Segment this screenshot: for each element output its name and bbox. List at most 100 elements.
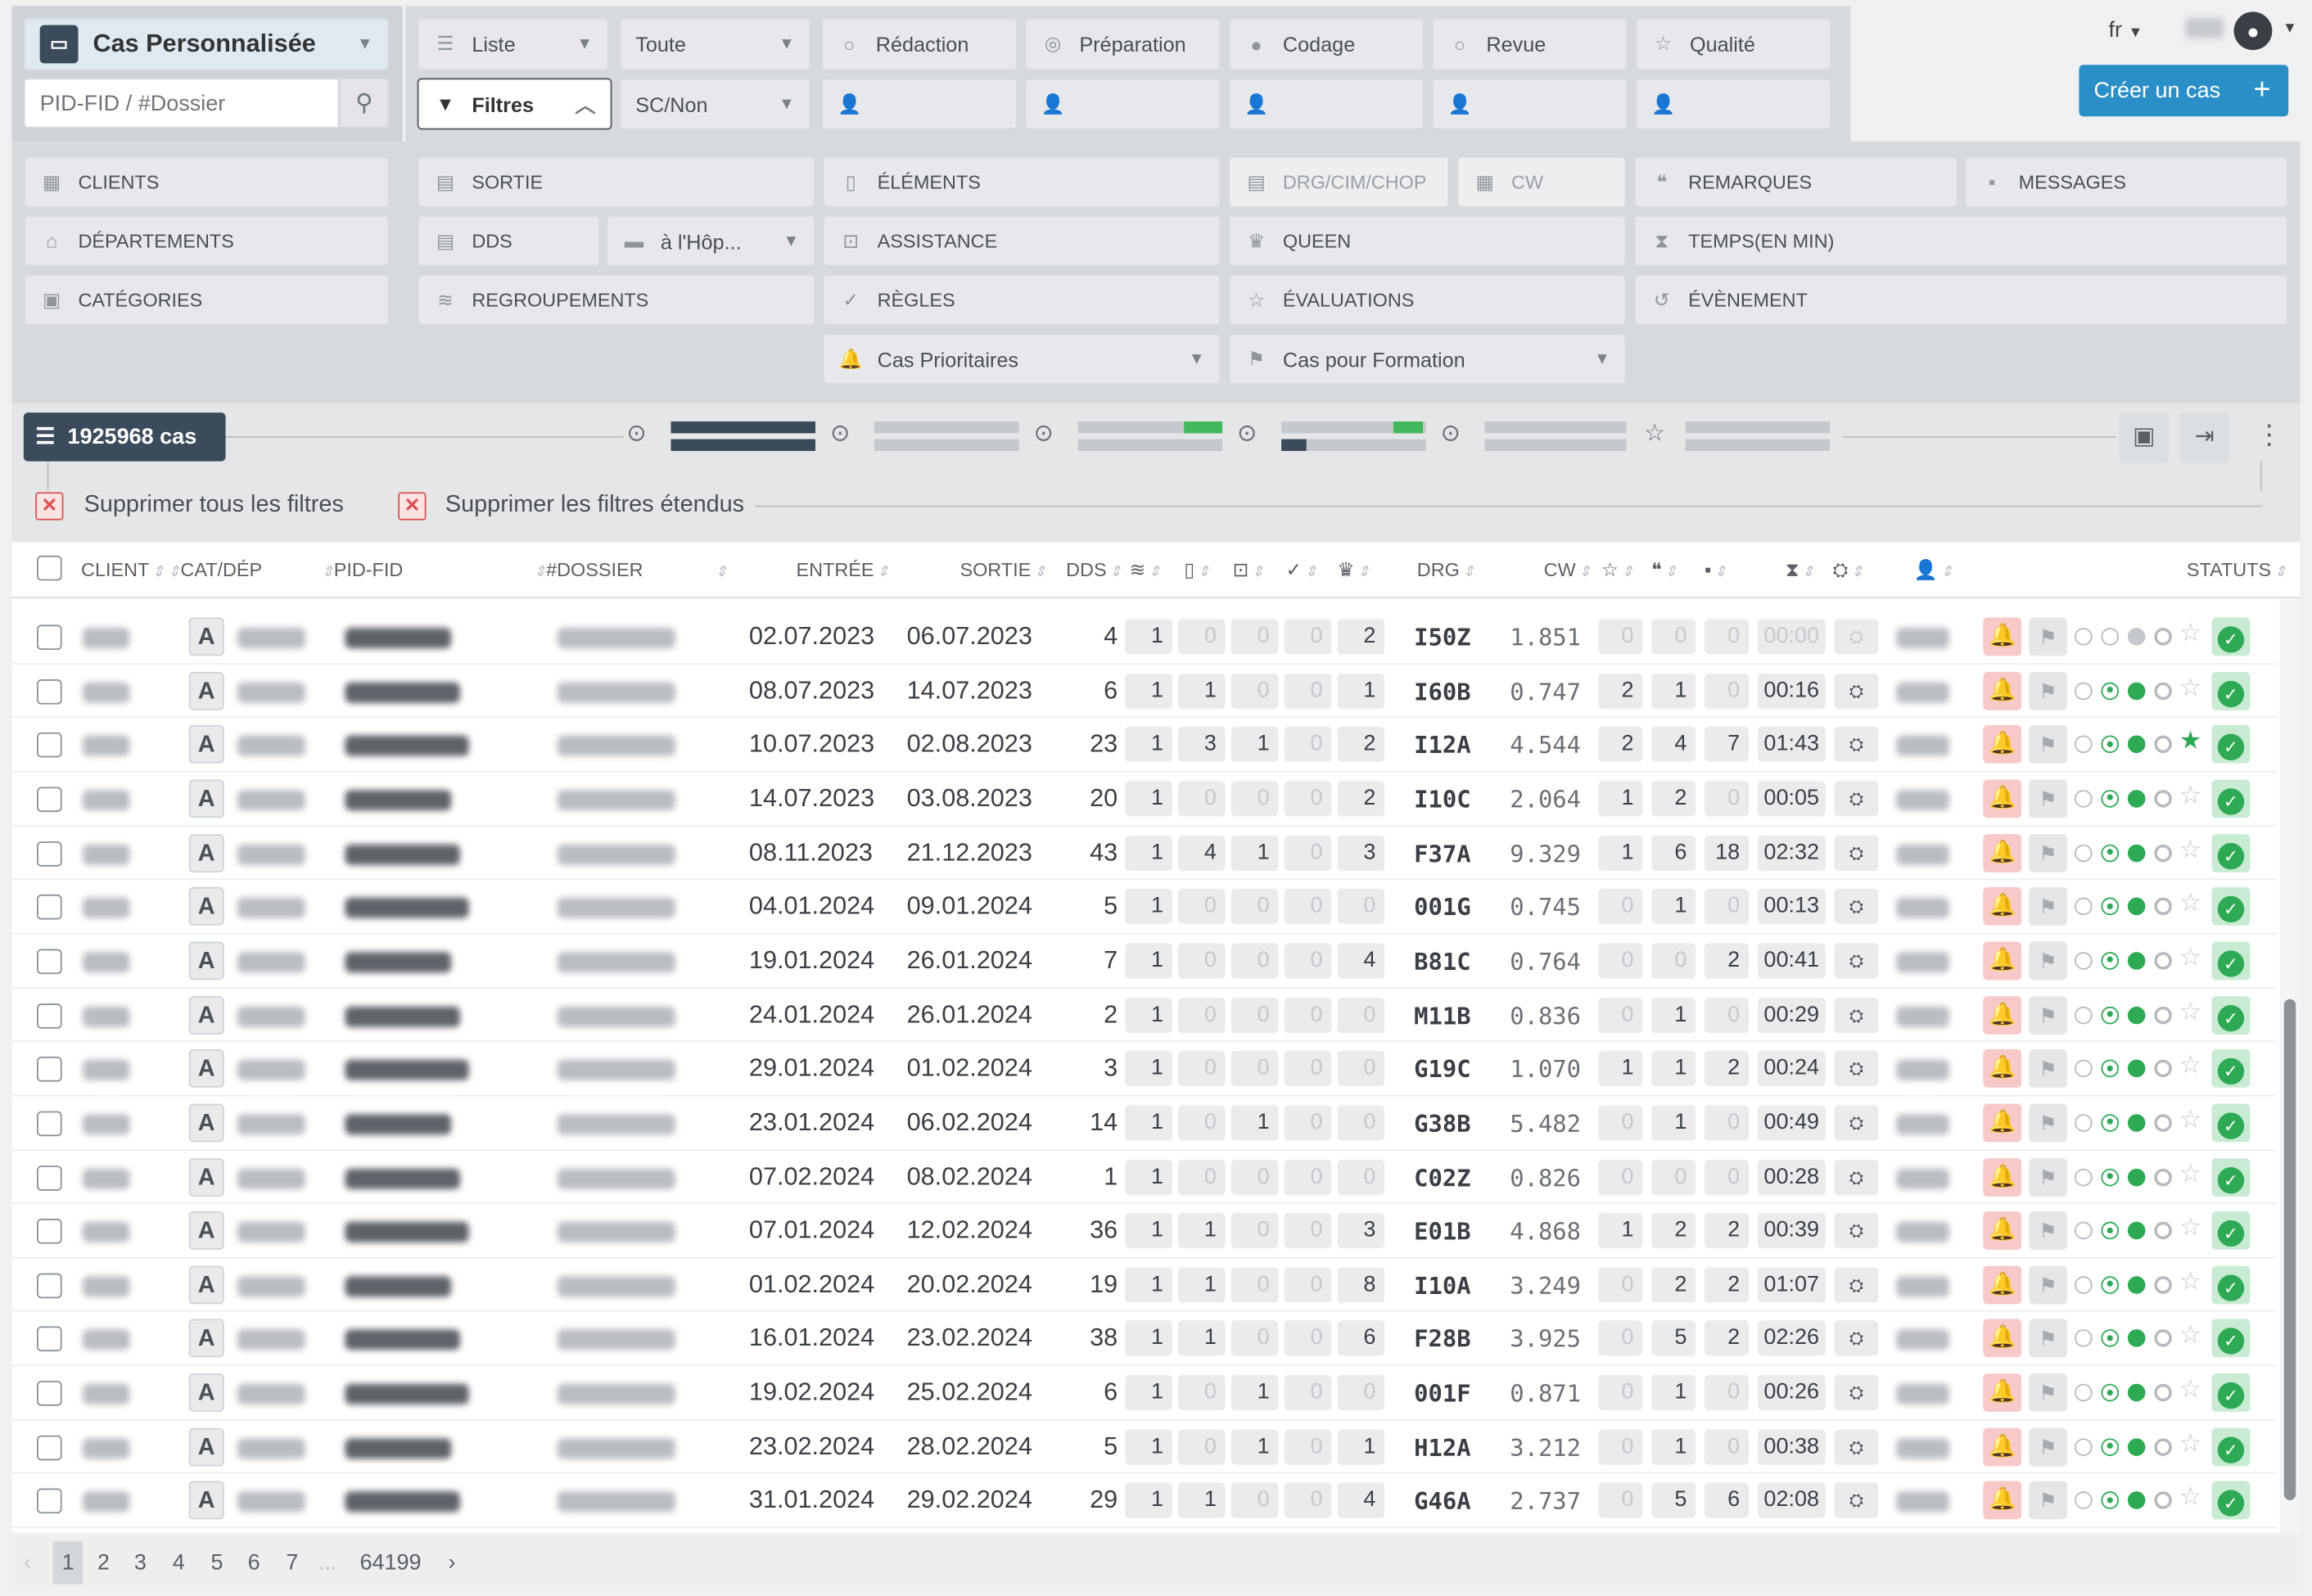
drg-code[interactable]: I60B — [1414, 678, 1470, 706]
bell-icon[interactable]: 🔔 — [1983, 1481, 2022, 1521]
drg-code[interactable]: I50Z — [1414, 624, 1470, 651]
flag-icon[interactable]: ⚑ — [2029, 671, 2068, 710]
row-checkbox[interactable] — [37, 787, 62, 812]
bell-icon[interactable]: 🔔 — [1983, 1157, 2022, 1197]
filter-sortie[interactable]: ▤ SORTIE — [417, 156, 815, 208]
pid-fid[interactable] — [345, 736, 469, 757]
drg-code[interactable]: I10C — [1414, 786, 1470, 814]
bell-icon[interactable]: 🔔 — [1983, 941, 2022, 981]
bell-icon[interactable]: 🔔 — [1983, 1211, 2022, 1251]
pid-fid[interactable] — [345, 1167, 460, 1189]
page-link[interactable]: 64199 — [359, 1550, 421, 1576]
pid-fid[interactable] — [345, 1113, 452, 1135]
more-icon[interactable]: ⋮ — [2256, 420, 2283, 451]
quote-icon[interactable]: ❝ ⇕ — [1651, 558, 1677, 582]
table-row[interactable]: A 07.02.2024 08.02.2024 1 1 0 0 0 0 C02Z 0.826 0 0 0 0… — [11, 1150, 2277, 1205]
flag-icon[interactable]: ⚑ — [2029, 725, 2068, 764]
row-checkbox[interactable] — [37, 1489, 62, 1514]
crown-icon[interactable]: ♛ ⇕ — [1338, 558, 1370, 582]
row-checkbox[interactable] — [37, 1273, 62, 1298]
status-ok-badge[interactable]: ✓ — [2211, 833, 2251, 872]
col-sortie[interactable]: SORTIE ⇕ — [960, 558, 1045, 580]
status-ok-badge[interactable]: ✓ — [2211, 725, 2251, 764]
status-ok-badge[interactable]: ✓ — [2211, 1265, 2251, 1305]
table-row[interactable]: A 08.11.2023 21.12.2023 43 1 4 1 0 3 F37A 9.329 1 6 1… — [11, 826, 2277, 881]
status-ok-badge[interactable]: ✓ — [2211, 617, 2251, 656]
table-row[interactable]: A 07.01.2024 12.02.2024 36 1 1 0 0 3 E01B 4.868 1 2 2… — [11, 1204, 2277, 1259]
filter-messages[interactable]: ▪ MESSAGES — [1963, 156, 2289, 208]
status-ok-badge[interactable]: ✓ — [2211, 887, 2251, 926]
prev-page-button[interactable]: ‹ — [24, 1550, 31, 1576]
scrollbar[interactable] — [2279, 598, 2301, 1533]
flag-icon[interactable]: ⚑ — [2029, 779, 2068, 818]
col-statuts[interactable]: STATUTS ⇕ — [2187, 558, 2287, 580]
row-checkbox[interactable] — [37, 733, 62, 759]
status-ok-badge[interactable]: ✓ — [2211, 1157, 2251, 1197]
status-ok-badge[interactable]: ✓ — [2211, 1481, 2251, 1521]
close-icon[interactable]: ✕ — [398, 492, 427, 521]
flag-icon[interactable]: ⚑ — [2029, 1373, 2068, 1413]
status-ok-badge[interactable]: ✓ — [2211, 1211, 2251, 1251]
drg-code[interactable]: G38B — [1414, 1110, 1470, 1138]
pid-fid[interactable] — [345, 843, 460, 865]
status-ok-badge[interactable]: ✓ — [2211, 1049, 2251, 1089]
drg-code[interactable]: 001F — [1414, 1379, 1470, 1407]
list-view-select[interactable]: ☰ Liste ▼ — [417, 17, 609, 71]
status-ok-badge[interactable]: ✓ — [2211, 779, 2251, 818]
bell-icon[interactable]: 🔔 — [1983, 995, 2022, 1035]
table-row[interactable]: A 08.07.2023 14.07.2023 6 1 1 0 0 1 I60B 0.747 2 1 0 0… — [11, 664, 2277, 719]
flag-icon[interactable]: ⚑ — [2029, 1427, 2068, 1467]
pid-fid[interactable] — [345, 1491, 460, 1513]
flag-icon[interactable]: ⚑ — [2029, 995, 2068, 1035]
drg-code[interactable]: B81C — [1414, 948, 1470, 976]
create-case-button[interactable]: Créer un cas + — [2079, 65, 2289, 117]
filter-remarques[interactable]: ❝ REMARQUES — [1633, 156, 1958, 208]
document-icon[interactable]: ▯ ⇕ — [1184, 558, 1210, 582]
row-checkbox[interactable] — [37, 624, 62, 651]
bell-icon[interactable]: 🔔 — [1983, 1265, 2022, 1305]
filter-departements[interactable]: ⌂ DÉPARTEMENTS — [23, 214, 390, 267]
preparation-step[interactable]: ◎ Préparation — [1024, 17, 1221, 71]
excel-export-icon[interactable]: ▣ — [2119, 413, 2170, 463]
revue-step[interactable]: ○ Revue — [1431, 17, 1628, 71]
drg-code[interactable]: H12A — [1414, 1433, 1470, 1461]
bell-icon[interactable]: 🔔 — [1983, 1373, 2022, 1413]
chevron-down-icon[interactable]: ▼ — [2283, 20, 2297, 37]
flag-icon[interactable]: ⚑ — [2029, 1103, 2068, 1143]
filter-queen[interactable]: ♛ QUEEN — [1228, 214, 1627, 267]
filter-elements[interactable]: ▯ ÉLÉMENTS — [822, 156, 1221, 208]
pid-fid[interactable] — [345, 897, 469, 919]
page-link[interactable]: 4 — [173, 1550, 185, 1576]
table-row[interactable]: A 02.07.2023 06.07.2023 4 1 0 0 0 2 I50Z 1.851 0 0 0 0… — [11, 610, 2277, 665]
close-icon[interactable]: ✕ — [35, 492, 64, 521]
filters-toggle[interactable]: ▼ Filtres ︿ — [417, 78, 612, 130]
table-row[interactable]: A 19.01.2024 26.01.2024 7 1 0 0 0 4 B81C 0.764 0 0 2 0… — [11, 934, 2277, 989]
page-link[interactable]: 1 — [52, 1541, 84, 1585]
flag-icon[interactable]: ⚑ — [2029, 1319, 2068, 1359]
drg-code[interactable]: G46A — [1414, 1487, 1470, 1515]
drg-code[interactable]: F37A — [1414, 840, 1470, 868]
page-link[interactable]: 6 — [248, 1550, 260, 1576]
redaction-user[interactable]: 👤 — [821, 78, 1018, 130]
col-cw[interactable]: CW ⇕ — [1544, 558, 1592, 580]
status-ok-badge[interactable]: ✓ — [2211, 941, 2251, 981]
drg-code[interactable]: 001G — [1414, 894, 1470, 922]
status-ok-badge[interactable]: ✓ — [2211, 1319, 2251, 1359]
table-row[interactable]: A 16.01.2024 23.02.2024 38 1 1 0 0 6 F28B 3.925 0 5 2… — [11, 1312, 2277, 1367]
table-row[interactable]: A 01.02.2024 20.02.2024 19 1 1 0 0 8 I10A 3.249 0 2 2… — [11, 1258, 2277, 1313]
filter-evaluations[interactable]: ☆ ÉVALUATIONS — [1228, 273, 1627, 326]
handshake-icon[interactable]: ⛭ ⇕ — [1833, 558, 1863, 582]
bell-icon[interactable]: 🔔 — [1983, 1049, 2022, 1089]
database-icon[interactable]: ≋ ⇕ — [1130, 558, 1161, 582]
qualite-step[interactable]: ☆ Qualité — [1635, 17, 1831, 71]
codage-user[interactable]: 👤 — [1228, 78, 1425, 130]
page-link[interactable]: 2 — [97, 1550, 110, 1576]
filter-cas-prioritaires[interactable]: 🔔 Cas Prioritaires ▼ — [822, 332, 1221, 385]
bell-icon[interactable]: 🔔 — [1983, 1103, 2022, 1143]
row-checkbox[interactable] — [37, 895, 62, 920]
search-input[interactable]: PID-FID / #Dossier — [23, 78, 340, 128]
bell-icon[interactable]: 🔔 — [1983, 887, 2022, 926]
scnon-select[interactable]: SC/Non ▼ — [619, 78, 811, 130]
export-icon[interactable]: ⇥ — [2179, 413, 2230, 463]
table-row[interactable]: A 23.02.2024 28.02.2024 5 1 0 1 0 1 H12A 3.212 0 1 0 0… — [11, 1420, 2277, 1475]
